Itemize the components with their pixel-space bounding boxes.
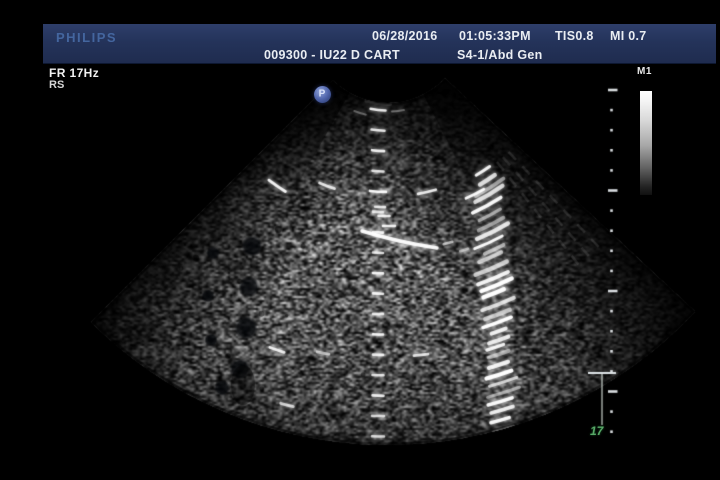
ultrasound-screen: PHILIPS 06/28/2016 01:05:33PM TIS0.8 MI … [0, 0, 720, 480]
frame-rate-label: FR 17Hz [49, 66, 99, 80]
rs-label: RS [49, 79, 64, 91]
transducer-preset: S4-1/Abd Gen [457, 48, 543, 62]
tis-value: TIS0.8 [555, 29, 594, 43]
system-id: 009300 - IU22 D CART [264, 48, 400, 62]
map-label: M1 [637, 66, 652, 77]
mi-value: MI 0.7 [610, 29, 647, 43]
depth-value: 17 [590, 424, 603, 438]
probe-orientation-marker: P [314, 86, 331, 103]
probe-marker-letter: P [319, 89, 326, 99]
philips-logo: PHILIPS [56, 30, 117, 45]
grayscale-bar [640, 91, 652, 195]
time-display: 01:05:33PM [459, 29, 531, 43]
date-display: 06/28/2016 [372, 29, 438, 43]
header-bar: PHILIPS 06/28/2016 01:05:33PM TIS0.8 MI … [43, 24, 716, 64]
ultrasound-image [0, 0, 720, 480]
